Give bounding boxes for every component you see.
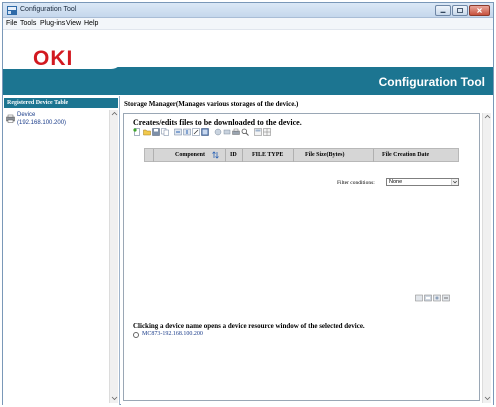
sidebar: Registered Device Table Device (192.168.…	[3, 96, 120, 405]
grid-icon[interactable]	[263, 128, 271, 136]
close-button[interactable]	[469, 5, 490, 16]
sidebar-scrollbar[interactable]	[109, 110, 118, 403]
file-edit-panel: Creates/edits files to be downloaded to …	[123, 113, 480, 319]
view-icon[interactable]	[254, 128, 262, 136]
maximize-button[interactable]	[452, 5, 468, 16]
minimize-button[interactable]	[435, 5, 451, 16]
menu-bar: File Tools Plug-ins View Help	[3, 18, 493, 30]
column-file-type[interactable]: FILE TYPE	[252, 152, 283, 158]
scroll-down-icon[interactable]	[484, 395, 491, 401]
menu-plugins[interactable]: Plug-ins	[40, 20, 65, 27]
printer-icon	[6, 114, 15, 123]
app-window: Configuration Tool File Tools Plug-ins V…	[2, 2, 494, 405]
sort-icon[interactable]	[212, 151, 219, 159]
filter-dropdown[interactable]: None	[386, 178, 459, 186]
open-icon[interactable]	[143, 128, 151, 136]
menu-help[interactable]: Help	[84, 20, 98, 27]
delete-icon[interactable]	[201, 128, 209, 136]
scroll-up-icon[interactable]	[484, 114, 491, 120]
remove-icon[interactable]	[442, 294, 450, 302]
search-icon[interactable]	[241, 128, 249, 136]
file-table-header: Component ID FILE TYPE File Size(Bytes) …	[144, 148, 459, 162]
app-icon	[7, 6, 17, 15]
menu-tools[interactable]: Tools	[20, 20, 36, 27]
copy-icon[interactable]	[161, 128, 169, 136]
main-content: Storage Manager(Manages various storages…	[121, 96, 493, 405]
edit-icon[interactable]	[192, 128, 200, 136]
device-resource-panel: Clicking a device name opens a device re…	[123, 318, 480, 401]
column-divider	[242, 149, 243, 162]
minimize-icon	[440, 11, 446, 13]
column-file-creation-date[interactable]: File Creation Date	[382, 152, 429, 158]
sidebar-header: Registered Device Table	[4, 98, 118, 108]
column-component[interactable]: Component	[175, 152, 205, 158]
scroll-down-icon[interactable]	[111, 395, 118, 401]
product-title: Configuration Tool	[378, 75, 485, 89]
sidebar-item-device[interactable]: Device (192.168.100.200)	[17, 111, 66, 127]
column-id[interactable]: ID	[230, 152, 237, 158]
brand-banner: OKI Configuration Tool	[3, 31, 493, 95]
device-radio[interactable]	[133, 332, 139, 338]
oki-logo: OKI	[33, 47, 74, 70]
column-divider	[225, 149, 226, 162]
close-icon	[477, 8, 482, 13]
menu-view[interactable]: View	[66, 20, 81, 27]
column-divider	[153, 149, 154, 162]
panel-heading: Creates/edits files to be downloaded to …	[133, 118, 302, 127]
print-icon[interactable]	[232, 128, 240, 136]
scroll-up-icon[interactable]	[111, 111, 118, 117]
page-title: Storage Manager(Manages various storages…	[124, 100, 299, 108]
device-ip: (192.168.100.200)	[17, 120, 67, 126]
save-icon[interactable]	[152, 128, 160, 136]
filter-label: Filter conditions:	[337, 180, 375, 186]
column-divider	[293, 149, 294, 162]
main-scrollbar[interactable]	[482, 113, 491, 403]
add-icon[interactable]	[415, 294, 423, 302]
menu-file[interactable]: File	[6, 20, 17, 27]
device-link[interactable]: MC873-192.168.100.200	[142, 331, 203, 337]
window-title: Configuration Tool	[20, 6, 77, 13]
title-bar: Configuration Tool	[3, 3, 493, 18]
chevron-down-icon	[451, 179, 458, 185]
column-file-size[interactable]: File Size(Bytes)	[305, 152, 345, 158]
device-label: Device	[17, 112, 36, 118]
import-icon[interactable]	[174, 128, 182, 136]
maximize-icon	[457, 8, 463, 13]
new-icon[interactable]	[133, 128, 141, 136]
column-divider	[373, 149, 374, 162]
export-icon[interactable]	[183, 128, 191, 136]
up-icon[interactable]	[214, 128, 222, 136]
refresh-icon[interactable]	[433, 294, 441, 302]
properties-icon[interactable]	[424, 294, 432, 302]
filter-value: None	[389, 179, 403, 185]
device-section-heading: Clicking a device name opens a device re…	[133, 322, 365, 330]
down-icon[interactable]	[223, 128, 231, 136]
